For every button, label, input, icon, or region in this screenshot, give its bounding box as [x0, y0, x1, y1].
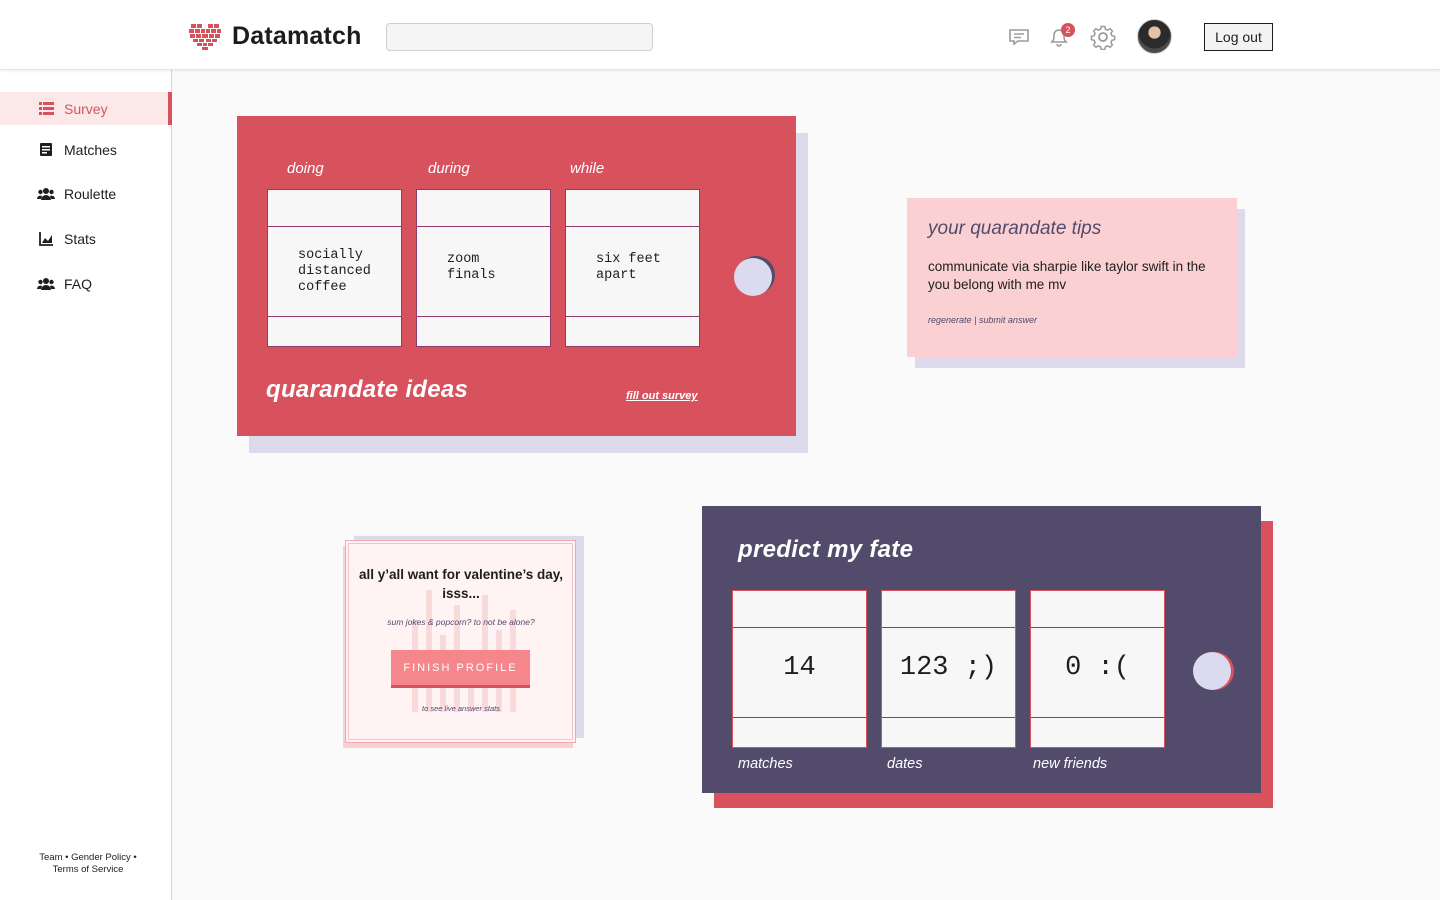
finish-profile-button[interactable]: FINISH PROFILE [391, 650, 530, 688]
submit-answer-link[interactable]: submit answer [979, 315, 1037, 325]
sidebar-item-label: Matches [64, 141, 117, 158]
sidebar: Survey Matches Roulette Stats FAQ Team •… [0, 70, 172, 900]
slot-matches: 14 [732, 590, 867, 748]
tips-title: your quarandate tips [928, 218, 1102, 239]
fill-out-survey-link[interactable]: fill out survey [626, 390, 698, 402]
dates-label: dates [887, 756, 923, 772]
predict-lever-button[interactable] [1193, 652, 1231, 690]
brand-name: Datamatch [232, 22, 362, 50]
sidebar-item-matches[interactable]: Matches [0, 133, 171, 166]
new-friends-count: 0 :( [1065, 653, 1130, 683]
document-icon [40, 143, 52, 156]
matches-label: matches [738, 756, 793, 772]
sidebar-item-label: Roulette [64, 185, 117, 202]
heart-logo-icon[interactable] [189, 22, 221, 50]
predict-title: predict my fate [738, 536, 914, 563]
during-label: during [428, 160, 470, 177]
valentine-title: all y’all want for valentine’s day, isss… [358, 567, 564, 601]
slot-dates: 123 ;) [881, 590, 1016, 748]
gear-icon[interactable] [1090, 24, 1116, 50]
new-friends-label: new friends [1033, 756, 1108, 772]
sidebar-item-label: FAQ [64, 275, 93, 292]
list-icon [39, 102, 54, 115]
chat-icon[interactable] [1006, 24, 1032, 50]
slot-value: zoom finals [447, 252, 496, 283]
gender-policy-link[interactable]: Gender Policy [71, 852, 131, 863]
tips-links: regenerate | submit answer [928, 315, 1037, 325]
tips-text: communicate via sharpie like taylor swif… [928, 259, 1206, 292]
search-input[interactable] [386, 23, 653, 51]
sidebar-item-roulette[interactable]: Roulette [0, 177, 171, 210]
avatar[interactable] [1137, 19, 1172, 54]
team-link[interactable]: Team [39, 852, 62, 863]
quarandate-title: quarandate ideas [266, 376, 469, 403]
notification-badge: 2 [1061, 23, 1075, 37]
terms-link[interactable]: Terms of Service [53, 864, 124, 875]
quarandate-lever-button[interactable] [734, 258, 772, 296]
valentine-options: sum jokes & popcorn? to not be alone? [387, 617, 535, 627]
top-header: Datamatch 2 Log out [0, 0, 1440, 70]
dates-count: 123 ;) [899, 653, 998, 683]
regenerate-link[interactable]: regenerate [928, 315, 972, 325]
sidebar-item-stats[interactable]: Stats [0, 222, 171, 255]
slot-while: six feet apart [565, 189, 700, 347]
slot-doing: socially distanced coffee [267, 189, 402, 347]
slot-value: six feet apart [596, 252, 661, 283]
users-icon [37, 188, 55, 200]
slot-during: zoom finals [416, 189, 551, 347]
tips-separator: | [974, 315, 977, 325]
chart-icon [39, 232, 53, 246]
logout-button[interactable]: Log out [1204, 23, 1273, 51]
sidebar-item-label: Survey [64, 100, 108, 117]
valentine-note: to see live answer stats [422, 704, 500, 713]
footer-links: Team • Gender Policy • Terms of Service [39, 852, 137, 875]
users-icon [37, 278, 55, 290]
sidebar-item-faq[interactable]: FAQ [0, 267, 171, 300]
sidebar-item-survey[interactable]: Survey [0, 92, 172, 125]
matches-count: 14 [783, 653, 816, 683]
sidebar-item-label: Stats [64, 230, 96, 247]
slot-new-friends: 0 :( [1030, 590, 1165, 748]
while-label: while [570, 160, 605, 177]
doing-label: doing [287, 160, 324, 177]
slot-value: socially distanced coffee [298, 248, 371, 295]
